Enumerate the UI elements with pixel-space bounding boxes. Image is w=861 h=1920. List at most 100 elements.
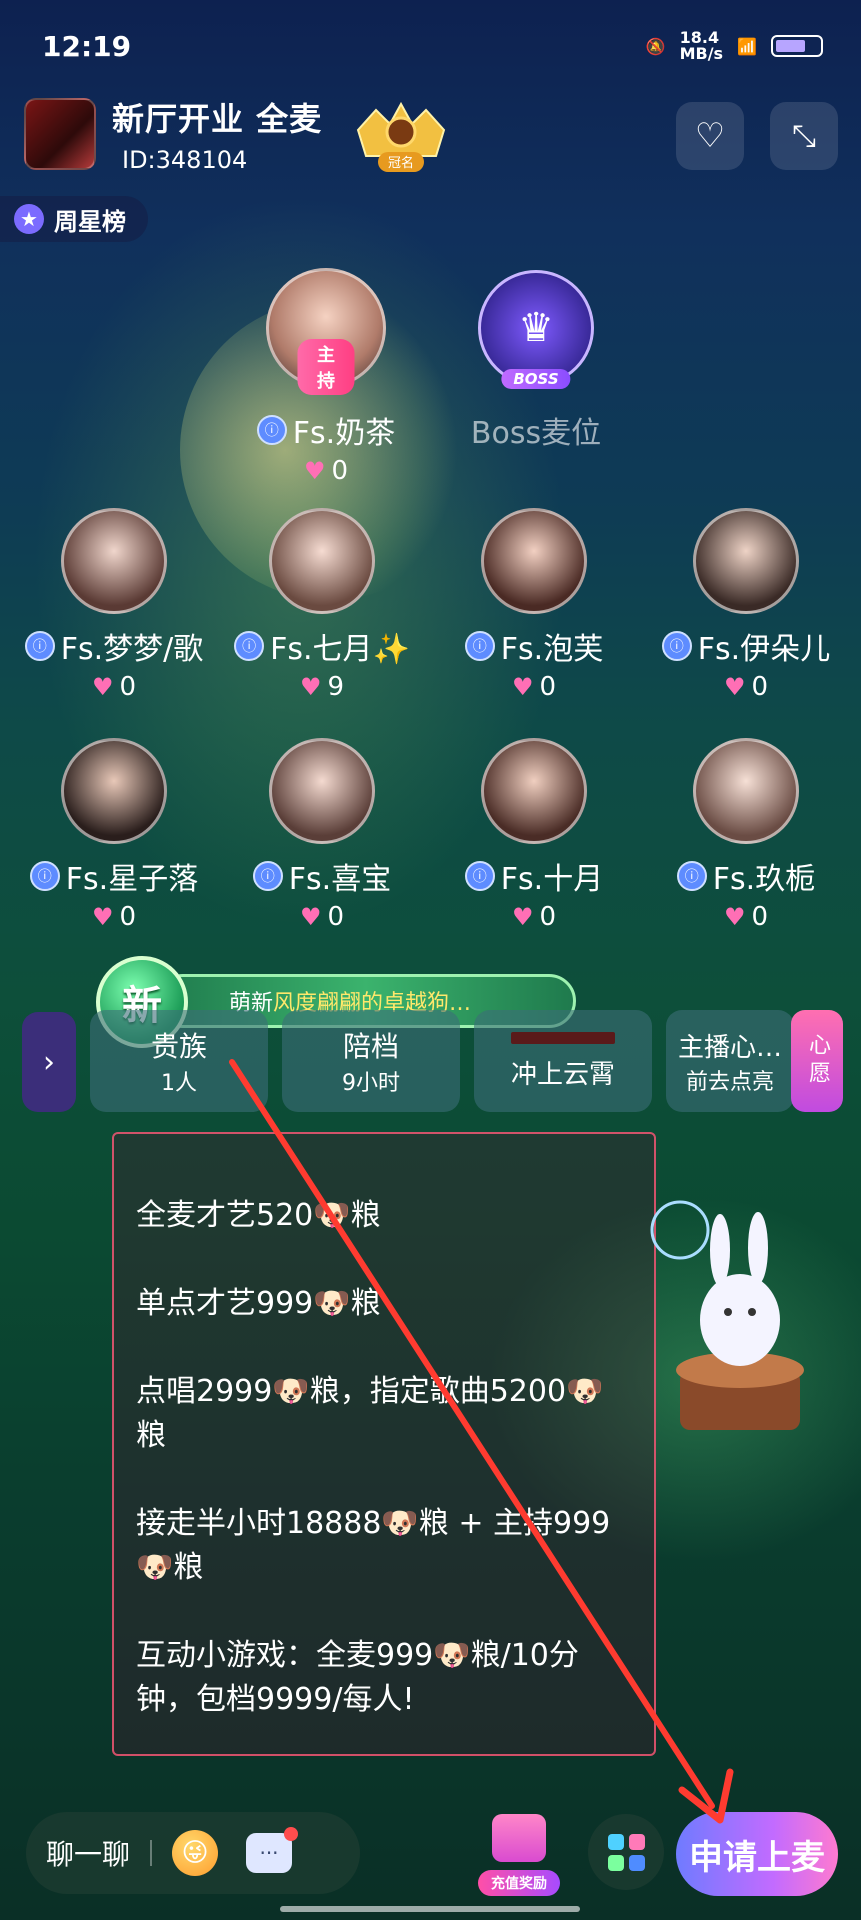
level-icon: ⓘ: [464, 861, 495, 891]
boss-tag: BOSS: [501, 369, 571, 389]
heart-icon: ♥: [303, 457, 326, 485]
level-icon: ⓘ: [29, 861, 60, 891]
seat-4[interactable]: ⓘ Fs.伊朵儿 ♥ 0: [646, 508, 846, 702]
avatar: [269, 738, 375, 844]
seat-6[interactable]: ⓘ Fs.喜宝 ♥ 0: [222, 738, 422, 932]
seat-name: Boss麦位: [470, 416, 602, 451]
tab-sub: 1人: [161, 1071, 197, 1096]
battery-icon: [771, 35, 823, 57]
tab-sub: 9小时: [342, 1071, 400, 1096]
host-tag: 主持: [297, 339, 355, 395]
wifi-icon: 📶: [737, 36, 757, 56]
announcement-line: 互动小游戏：全麦999🐶粮/10分钟，包档9999/每人!: [136, 1638, 579, 1717]
home-indicator: [280, 1906, 580, 1912]
message-icon[interactable]: ···: [246, 1827, 299, 1873]
heart-icon: ♥: [723, 673, 746, 701]
seat-name: Fs.奶茶: [292, 416, 396, 451]
level-icon: ⓘ: [661, 631, 692, 661]
seat-score: 0: [327, 902, 345, 932]
heart-icon: ♥: [511, 903, 534, 931]
divider: [150, 1840, 153, 1866]
seat-name: Fs.伊朵儿: [697, 632, 831, 667]
bunny-decoration: [650, 1200, 804, 1430]
room-avatar[interactable]: [24, 98, 96, 170]
seat-name: Fs.梦梦/歌: [60, 632, 204, 667]
sofa-icon: ♛: [518, 305, 554, 351]
emoji-icon[interactable]: 😜: [172, 1830, 219, 1876]
seat-7[interactable]: ⓘ Fs.十月 ♥ 0: [434, 738, 634, 932]
seat-name: Fs.十月: [500, 862, 604, 897]
level-icon: ⓘ: [24, 631, 55, 661]
notification-dot: [284, 1827, 299, 1841]
seat-name: Fs.七月✨: [270, 632, 410, 667]
chevron-right-icon: ›: [43, 1044, 55, 1080]
favorite-button[interactable]: ♡: [676, 102, 744, 170]
recharge-reward-button[interactable]: 充值奖励: [478, 1806, 560, 1896]
level-icon: ⓘ: [464, 631, 495, 661]
avatar: [693, 508, 799, 614]
tab-companion[interactable]: 陪档 9小时: [282, 1010, 460, 1112]
status-time: 12:19: [42, 30, 132, 63]
weekly-star-button[interactable]: ★ 周星榜: [0, 196, 148, 242]
seat-3[interactable]: ⓘ Fs.泡芙 ♥ 0: [434, 508, 634, 702]
seat-score: 0: [539, 672, 557, 702]
seat-score: 0: [119, 902, 137, 932]
mute-icon: 🔕: [645, 36, 666, 56]
heart-icon: ♥: [91, 903, 114, 931]
seat-score: 0: [331, 456, 349, 486]
seat-1[interactable]: ⓘ Fs.梦梦/歌 ♥ 0: [14, 508, 214, 702]
seat-5[interactable]: ⓘ Fs.星子落 ♥ 0: [14, 738, 214, 932]
avatar: [61, 508, 167, 614]
tab-rocket[interactable]: 冲上云霄: [474, 1010, 652, 1112]
seat-name: Fs.玖栀: [712, 862, 816, 897]
wish-button[interactable]: 心愿: [791, 1010, 843, 1112]
expand-tabs-button[interactable]: ›: [22, 1012, 76, 1112]
seat-8[interactable]: ⓘ Fs.玖栀 ♥ 0: [646, 738, 846, 932]
heart-icon: ♥: [511, 673, 534, 701]
tab-sub: 前去点亮: [685, 1069, 774, 1095]
announcement-line: 单点才艺999🐶粮: [136, 1286, 381, 1321]
room-announcement: 全麦才艺520🐶粮 单点才艺999🐶粮 点唱2999🐶粮，指定歌曲5200🐶粮 …: [112, 1132, 656, 1756]
apply-mic-button[interactable]: 申请上麦: [676, 1812, 838, 1896]
tab-title: 主播心…: [677, 1032, 782, 1063]
avatar: [269, 508, 375, 614]
avatar: [693, 738, 799, 844]
chat-label: 聊一聊: [46, 1838, 131, 1871]
seat-score: 0: [751, 672, 769, 702]
host-seat[interactable]: 主持 ⓘ Fs.奶茶 ♥ 0: [226, 268, 426, 486]
crown-label: 冠名: [388, 155, 414, 171]
heart-icon: ♥: [299, 903, 322, 931]
announcement-line: 接走半小时18888🐶粮 + 主持999🐶粮: [136, 1506, 611, 1585]
level-icon: ⓘ: [234, 631, 265, 661]
seat-2[interactable]: ⓘ Fs.七月✨ ♥ 9: [222, 508, 422, 702]
level-icon: ⓘ: [676, 861, 707, 891]
avatar: 主持: [266, 268, 386, 395]
room-title: 新厅开业 全麦: [112, 100, 323, 138]
avatar: [61, 738, 167, 844]
seat-name: Fs.泡芙: [500, 632, 604, 667]
tab-title: 陪档: [342, 1030, 399, 1063]
apps-grid-icon: [607, 1833, 645, 1871]
minimize-button[interactable]: ⤡: [770, 102, 838, 170]
avatar: ♛ BOSS: [478, 270, 594, 389]
tab-anchor-wish[interactable]: 主播心… 前去点亮: [666, 1010, 794, 1112]
seat-score: 0: [751, 902, 769, 932]
crown-badge-icon[interactable]: 冠名: [348, 100, 454, 174]
heart-icon: ♥: [723, 903, 746, 931]
heart-icon: ♥: [91, 673, 114, 701]
weekly-star-label: 周星榜: [54, 207, 126, 236]
level-icon: ⓘ: [252, 861, 283, 891]
apps-button[interactable]: [588, 1814, 664, 1890]
tab-title: 贵族: [150, 1030, 207, 1063]
chat-input[interactable]: 聊一聊 😜 ···: [26, 1812, 360, 1894]
status-icons: 🔕 18.4 MB/s 📶: [646, 30, 823, 62]
announcement-line: 全麦才艺520🐶粮: [136, 1198, 381, 1233]
seat-score: 9: [327, 672, 345, 702]
tab-nobility[interactable]: 贵族 1人: [90, 1010, 268, 1112]
star-icon: ★: [14, 204, 44, 234]
room-id: ID:348104: [122, 146, 248, 174]
level-icon: ⓘ: [256, 415, 287, 445]
network-speed: 18.4 MB/s: [679, 28, 724, 63]
boss-seat[interactable]: ♛ BOSS Boss麦位: [436, 270, 636, 452]
avatar: [481, 508, 587, 614]
